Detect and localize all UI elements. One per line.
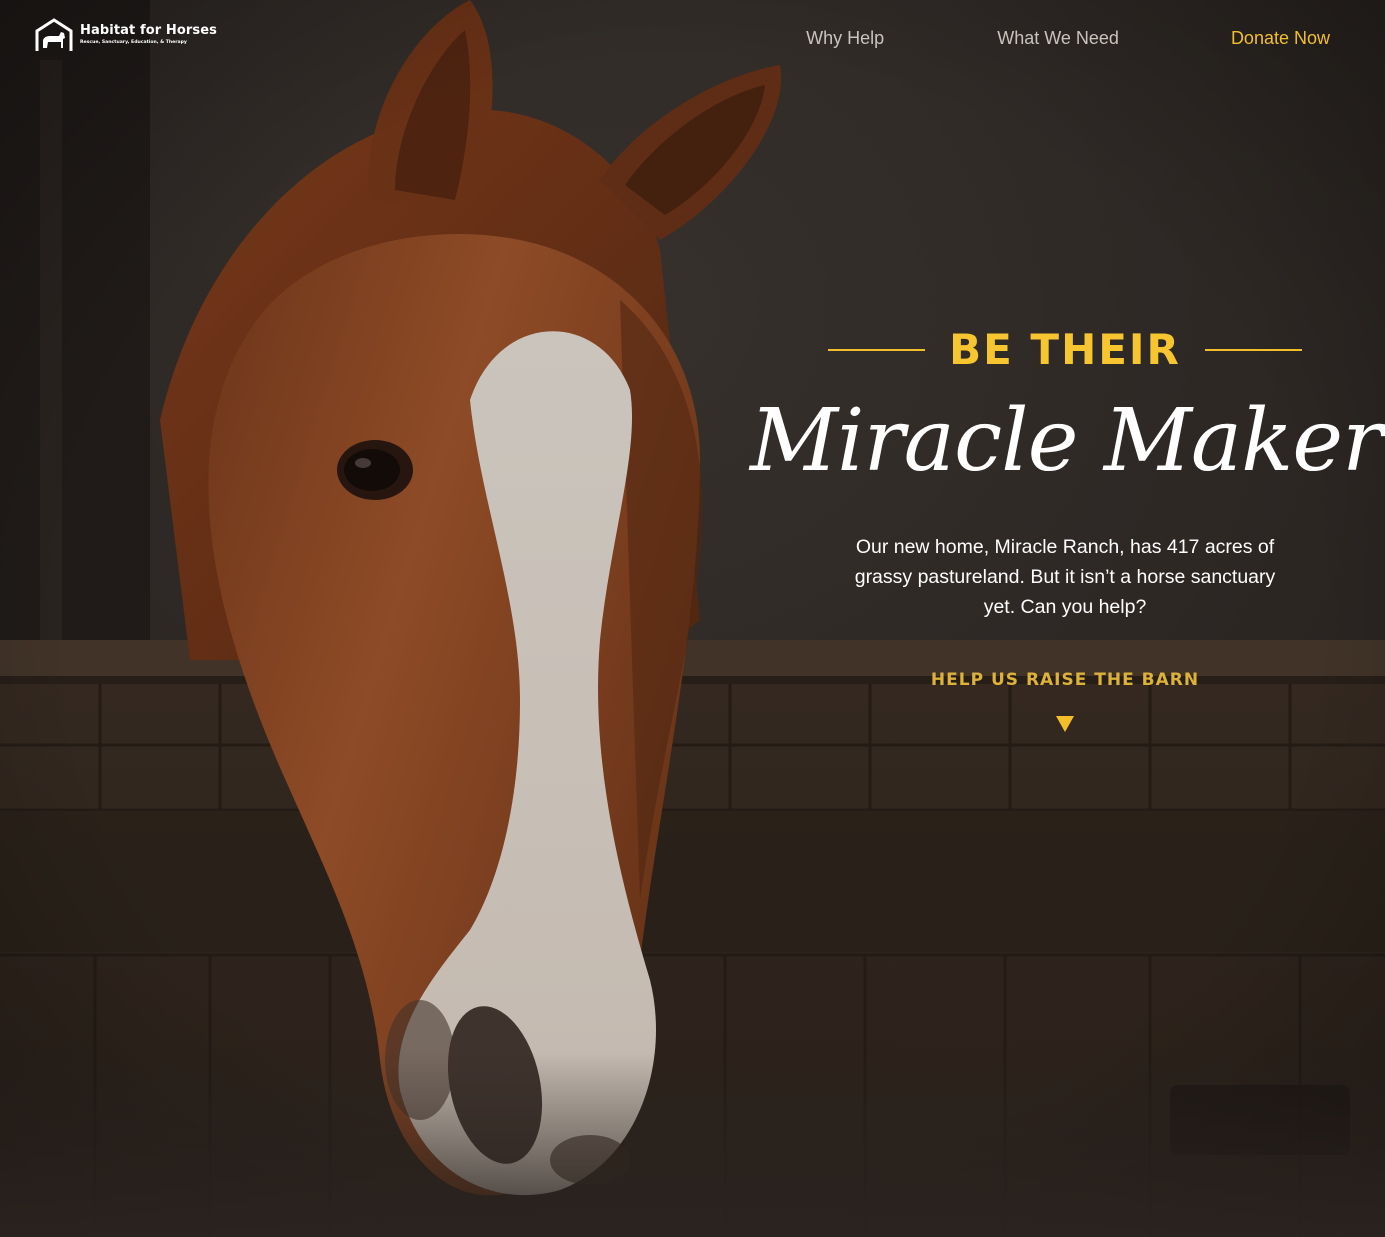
logo-link[interactable]: Habitat for Horses Rescue, Sanctuary, Ed… <box>34 16 219 54</box>
right-divider <box>1204 349 1302 351</box>
logo-text: Habitat for Horses Rescue, Sanctuary, Ed… <box>80 24 217 46</box>
raise-the-barn-link[interactable]: HELP US RAISE THE BARN <box>931 670 1199 690</box>
main-nav: Why Help What We Need Donate Now <box>806 28 1330 49</box>
horse-barn-icon <box>34 17 74 53</box>
nav-link-why-help[interactable]: Why Help <box>806 28 884 49</box>
nav-link-donate-now[interactable]: Donate Now <box>1231 28 1330 49</box>
hero-title: Miracle Maker <box>750 391 1383 491</box>
nav-link-what-we-need[interactable]: What We Need <box>997 28 1119 49</box>
landing-page: Habitat for Horses Rescue, Sanctuary, Ed… <box>0 0 1385 1237</box>
hero-section: BE THEIR Miracle Maker Our new home, Mir… <box>750 320 1383 732</box>
hero-description: Our new home, Miracle Ranch, has 417 acr… <box>854 536 1276 618</box>
logo-tagline: Rescue, Sanctuary, Education, & Therapy <box>80 40 187 46</box>
left-divider <box>828 349 926 351</box>
pretitle-row: BE THEIR <box>750 320 1380 380</box>
logo-title: Habitat for Horses <box>80 23 217 39</box>
hero-pretitle: BE THEIR <box>949 325 1181 374</box>
triangle-down-icon[interactable] <box>1056 716 1074 732</box>
